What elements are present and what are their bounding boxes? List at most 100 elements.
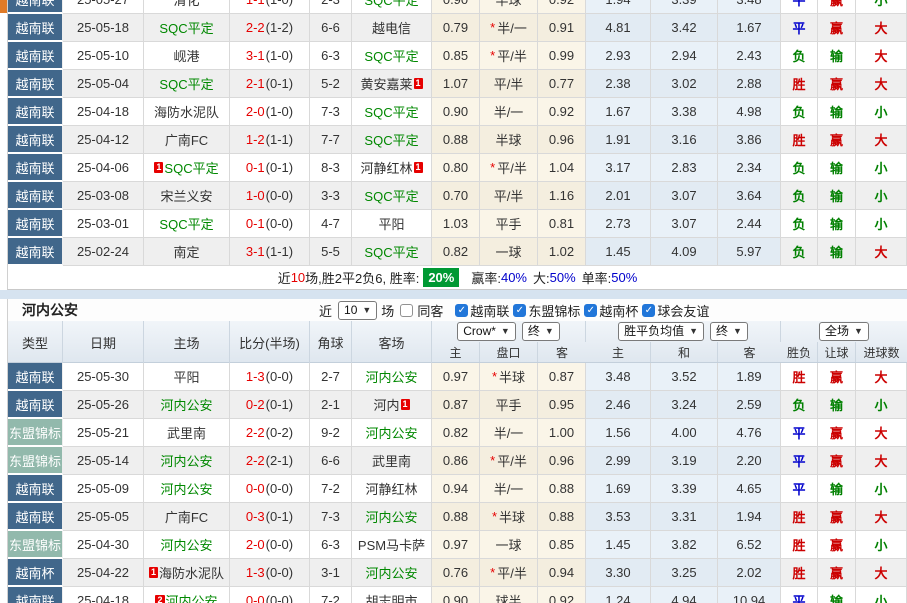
home-team-name[interactable]: 河内公安 (166, 591, 218, 603)
ah-away-odds: 1.02 (538, 238, 586, 266)
handicap-result-cell: 输 (818, 391, 856, 419)
eu-time-select[interactable]: 终▼ (710, 322, 748, 341)
home-team-name[interactable]: 广南FC (165, 130, 208, 149)
away-team-name[interactable]: 河内公安 (365, 423, 417, 442)
home-team-name[interactable]: 河内公安 (160, 535, 212, 554)
score-cell: 3-1(1-0) (230, 42, 310, 70)
home-team-name[interactable]: SQC平定 (159, 214, 213, 233)
ah-line-cell: *平/半 (480, 447, 538, 475)
away-team-cell: SQC平定 (352, 0, 432, 14)
home-team-name[interactable]: SQC平定 (164, 158, 218, 177)
home-team-name[interactable]: 广南FC (165, 507, 208, 526)
home-team-name[interactable]: 河内公安 (160, 479, 212, 498)
away-team-name[interactable]: 河内公安 (365, 507, 417, 526)
goals-result-cell: 大 (856, 126, 907, 154)
over-rate-label: 大: (533, 268, 550, 287)
win-rate-badge: 20% (423, 268, 459, 287)
away-team-name[interactable]: 河内 (373, 395, 399, 414)
eu-away-odds: 1.67 (718, 14, 781, 42)
home-team-name[interactable]: 清化 (173, 0, 199, 9)
eu-type-select[interactable]: 胜平负均值▼ (618, 322, 704, 341)
company-select[interactable]: Crow*▼ (457, 322, 516, 341)
league-filter-checkbox-2[interactable]: ✓ (584, 304, 597, 317)
away-team-name[interactable]: SQC平定 (364, 102, 418, 121)
handicap-result-cell: 输 (818, 154, 856, 182)
eu-draw-odds: 2.83 (651, 154, 718, 182)
league-cell: 越南联 (8, 391, 63, 419)
away-team-name[interactable]: 越电信 (372, 18, 411, 37)
away-team-name[interactable]: 河内公安 (365, 563, 417, 582)
eu-away-odds: 3.64 (718, 182, 781, 210)
away-team-name[interactable]: 黄安嘉莱 (360, 74, 412, 93)
home-team-name[interactable]: 河内公安 (160, 451, 212, 470)
home-team-name[interactable]: SQC平定 (159, 74, 213, 93)
away-team-name[interactable]: SQC平定 (364, 130, 418, 149)
date-cell: 25-05-30 (63, 363, 144, 391)
home-team-name[interactable]: SQC平定 (159, 18, 213, 37)
goals-result-cell: 大 (856, 419, 907, 447)
wdl-result-cell: 平 (781, 0, 818, 14)
away-team-name[interactable]: 河内公安 (365, 367, 417, 386)
same-guest-checkbox[interactable] (400, 304, 413, 317)
away-team-name[interactable]: 河静红林 (365, 479, 417, 498)
home-team-name[interactable]: 海防水泥队 (154, 102, 219, 121)
league-filter-label-3: 球会友谊 (657, 301, 709, 320)
table-row: 越南联25-05-27清化1-1(1-0)2-3SQC平定0.90半球0.921… (8, 0, 907, 14)
eu-draw-odds: 3.39 (651, 0, 718, 14)
fulltime-score: 0-1 (246, 216, 265, 231)
league-filters: ✓越南联✓东盟锦标✓越南杯✓球会友谊 (455, 301, 711, 320)
home-team-name[interactable]: 海防水泥队 (159, 563, 224, 582)
ah-time-select[interactable]: 终▼ (522, 322, 560, 341)
date-cell: 25-05-04 (63, 70, 144, 98)
league-filter-checkbox-1[interactable]: ✓ (513, 304, 526, 317)
ah-home-odds: 0.90 (432, 0, 480, 14)
home-team-name[interactable]: 河内公安 (160, 395, 212, 414)
ah-home-odds: 0.85 (432, 42, 480, 70)
league-filter-checkbox-0[interactable]: ✓ (455, 304, 468, 317)
scroll-edge-marker (0, 0, 7, 13)
halftime-score: (0-0) (266, 216, 293, 231)
history-table-top: 越南联25-05-27清化1-1(1-0)2-3SQC平定0.90半球0.921… (7, 0, 907, 266)
home-team-name[interactable]: 宋兰义安 (160, 186, 212, 205)
eu-draw-odds: 4.00 (651, 419, 718, 447)
ah-home-odds: 0.79 (432, 14, 480, 42)
red-card-badge: 1 (154, 162, 163, 173)
scope-select[interactable]: 全场▼ (819, 322, 869, 341)
handicap-result-cell: 赢 (818, 70, 856, 98)
date-cell: 25-04-18 (63, 587, 144, 603)
table-row: 越南联25-03-08宋兰义安1-0(0-0)3-3SQC平定0.70平/半1.… (8, 182, 907, 210)
home-team-name[interactable]: 岘港 (173, 46, 199, 65)
home-team-name[interactable]: 武里南 (167, 423, 206, 442)
date-cell: 25-04-30 (63, 531, 144, 559)
away-team-name[interactable]: SQC平定 (364, 0, 418, 9)
league-cell: 越南联 (8, 503, 63, 531)
fulltime-score: 2-2 (246, 20, 265, 35)
ah-line-text: 半/一 (494, 102, 524, 121)
ah-line-text: 平/半 (497, 158, 527, 177)
eu-away-odds: 3.48 (718, 0, 781, 14)
away-team-name[interactable]: SQC平定 (364, 242, 418, 261)
handicap-result-cell: 输 (818, 210, 856, 238)
home-team-name[interactable]: 平阳 (173, 367, 199, 386)
league-filter-checkbox-3[interactable]: ✓ (642, 304, 655, 317)
recent-count-select[interactable]: 10▼ (338, 301, 377, 320)
away-team-name[interactable]: 胡志明市 (365, 591, 417, 603)
halftime-score: (0-1) (266, 76, 293, 91)
date-cell: 25-03-08 (63, 182, 144, 210)
away-team-name[interactable]: SQC平定 (364, 186, 418, 205)
halftime-score: (0-0) (266, 593, 293, 603)
handicap-result-cell: 赢 (818, 447, 856, 475)
away-team-name[interactable]: 河静红林 (360, 158, 412, 177)
single-rate-label: 单率: (582, 268, 612, 287)
score-cell: 2-0(1-0) (230, 98, 310, 126)
away-team-name[interactable]: 平阳 (378, 214, 404, 233)
corner-cell: 2-7 (310, 363, 352, 391)
eu-home-odds: 2.99 (586, 447, 651, 475)
fulltime-score: 1-1 (246, 0, 265, 7)
col-score: 比分(半场) (230, 321, 310, 363)
away-team-name[interactable]: SQC平定 (364, 46, 418, 65)
changed-line-star: * (490, 453, 495, 468)
away-team-name[interactable]: PSM马卡萨 (358, 535, 425, 554)
away-team-name[interactable]: 武里南 (372, 451, 411, 470)
home-team-name[interactable]: 南定 (173, 242, 199, 261)
